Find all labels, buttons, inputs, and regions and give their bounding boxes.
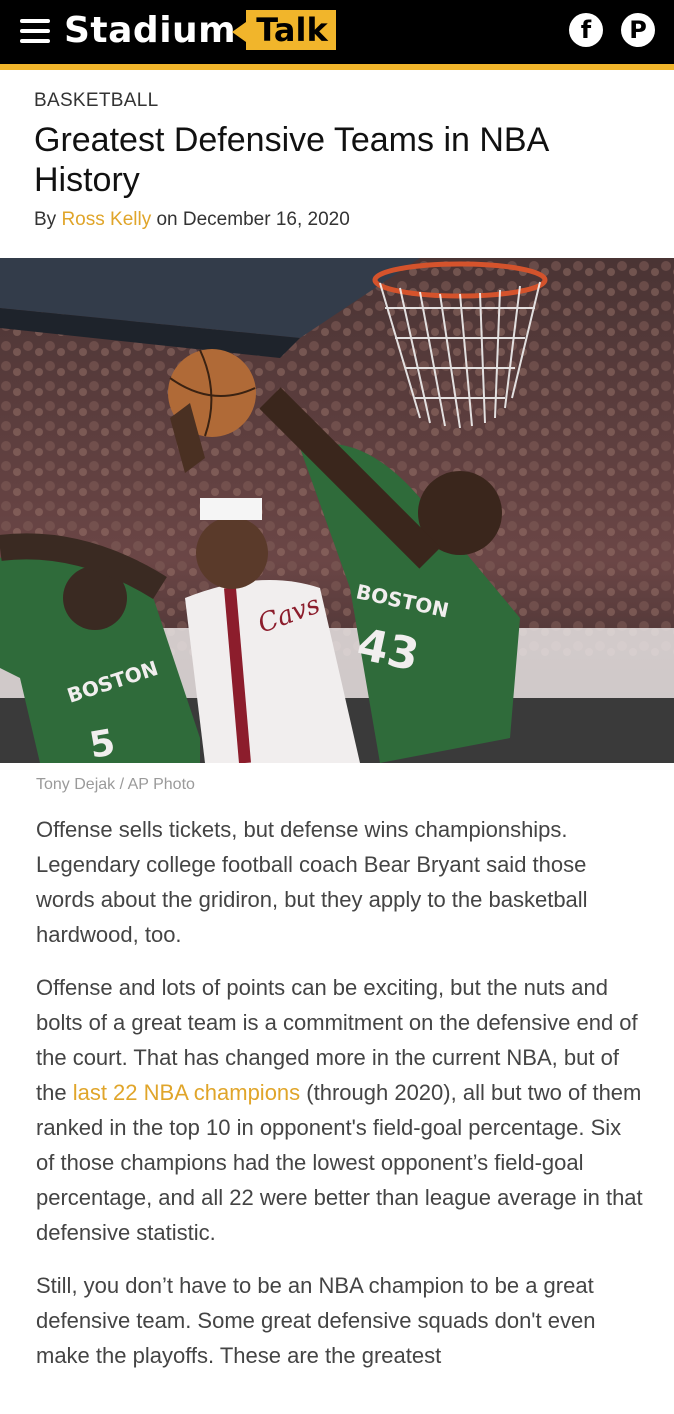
hamburger-menu-icon[interactable]: [20, 19, 50, 43]
paragraph-1: Offense sells tickets, but defense wins …: [36, 817, 588, 947]
byline: By Ross Kelly on December 16, 2020: [34, 209, 350, 230]
photo-credit: Tony Dejak / AP Photo: [36, 776, 195, 793]
paragraph-2: Offense and lots of points can be exciti…: [36, 975, 643, 1245]
article-body: Offense sells tickets, but defense wins …: [36, 812, 644, 1391]
hero-photo: Cavs BOSTON 43 BOSTON 5: [0, 258, 674, 763]
article-category[interactable]: BASKETBALL: [34, 90, 158, 112]
hero-image: Cavs BOSTON 43 BOSTON 5: [0, 258, 674, 763]
pinterest-icon[interactable]: P: [621, 13, 655, 47]
logo-tag: Talk: [232, 10, 336, 50]
site-logo[interactable]: Stadium Talk: [64, 8, 336, 52]
article-title: Greatest Defensive Teams in NBA History: [34, 121, 548, 199]
paragraph-3: Still, you don’t have to be an NBA champ…: [36, 1273, 596, 1368]
author-link[interactable]: Ross Kelly: [61, 209, 151, 230]
facebook-icon[interactable]: f: [569, 13, 603, 47]
champions-link[interactable]: last 22 NBA champions: [73, 1080, 300, 1105]
header-accent-stripe: [0, 64, 674, 70]
site-header: Stadium Talk f P: [0, 0, 674, 64]
logo-word: Stadium: [64, 9, 237, 51]
